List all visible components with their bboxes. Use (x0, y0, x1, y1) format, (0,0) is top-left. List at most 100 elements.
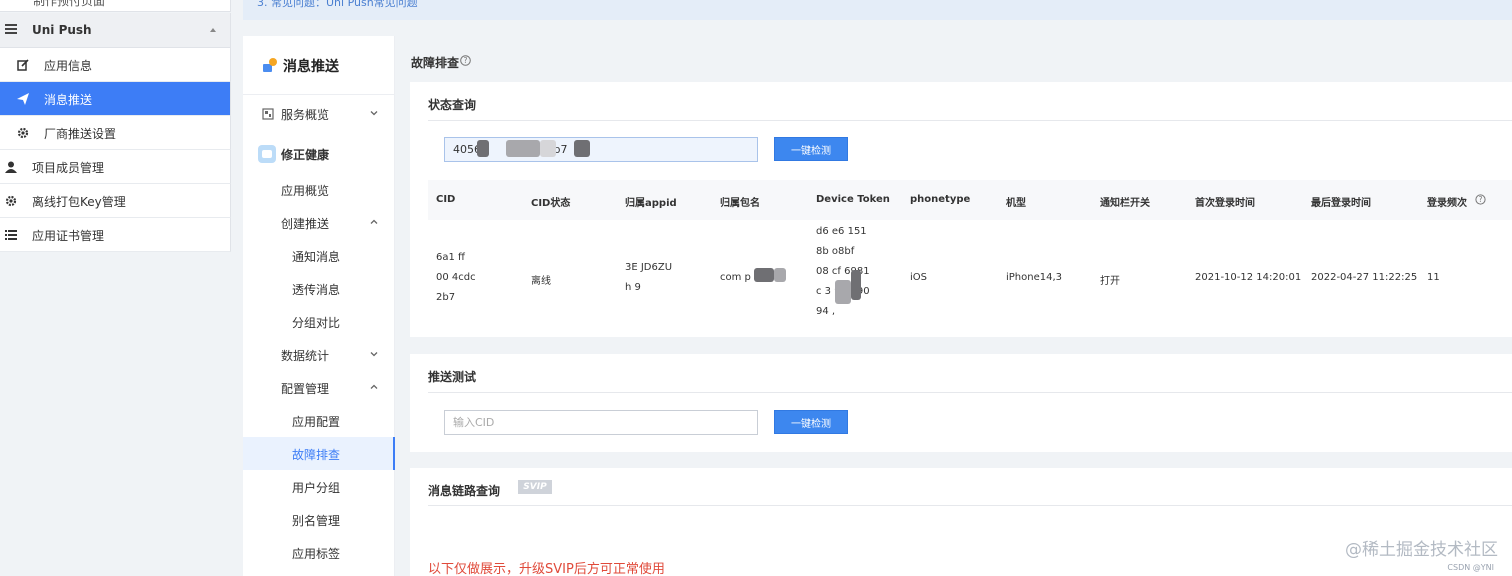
column-header: CID状态 (531, 198, 571, 209)
cid-line: 2b7 (436, 292, 456, 303)
cell-phonetype: iOS (910, 272, 927, 283)
inner-item-notification[interactable]: 通知消息 (243, 239, 395, 272)
push-test-button[interactable]: 一键检测 (774, 410, 848, 434)
check-status-button[interactable]: 一键检测 (774, 137, 848, 161)
inner-item-label: 分组对比 (292, 316, 341, 330)
chevron-down-icon (370, 111, 378, 116)
status-table-header: CID CID状态 归属appid 归属包名 Device Token phon… (428, 180, 1512, 220)
cid-query-input[interactable] (444, 137, 758, 162)
column-header: 通知栏开关 (1100, 198, 1150, 209)
send-icon (17, 93, 29, 105)
sidebar-item-offline-key[interactable]: 离线打包Key管理 (0, 184, 231, 218)
inner-item-user-groups[interactable]: 用户分组 (243, 470, 395, 503)
inner-item-label: 用户分组 (292, 481, 341, 495)
inner-item-app-config[interactable]: 应用配置 (243, 404, 395, 437)
inner-item-label: 应用标签 (292, 547, 341, 561)
inner-item-alias[interactable]: 别名管理 (243, 503, 395, 536)
column-header: 最后登录时间 (1311, 198, 1371, 209)
push-sidebar-title: 消息推送 (283, 59, 339, 75)
cell-last-login: 2022-04-27 11:22:25 (1311, 272, 1418, 283)
sidebar-item-label: 消息推送 (44, 93, 93, 107)
chevron-up-icon (370, 219, 378, 224)
caret-up-icon (210, 28, 216, 32)
inner-item-label: 应用配置 (292, 415, 341, 429)
inner-item-label: 数据统计 (281, 349, 330, 363)
redaction-mark (774, 268, 786, 282)
sidebar-item-app-info[interactable]: 应用信息 (0, 48, 231, 82)
token-line: 8b o8bf (816, 246, 855, 257)
status-query-card: 状态查询 一键检测 CID CID状态 归属appid 归属包名 Device … (410, 82, 1512, 337)
help-icon[interactable]: ? (460, 55, 471, 66)
menu-icon (5, 24, 17, 34)
watermark: @稀土掘金技术社区 (1345, 540, 1498, 560)
sidebar-item-certificates[interactable]: 应用证书管理 (0, 218, 231, 252)
sidebar-item-vendor-settings[interactable]: 厂商推送设置 (0, 116, 231, 150)
cell-notify-switch: 打开 (1100, 276, 1120, 287)
cell-package: com p (720, 272, 751, 283)
edit-icon (17, 59, 29, 71)
cell-first-login: 2021-10-12 14:20:01 (1195, 272, 1302, 283)
sidebar-group-uni-push[interactable]: Uni Push (0, 13, 231, 48)
inner-item-health[interactable]: 修正健康 (243, 137, 395, 170)
redaction-mark (851, 270, 861, 300)
dashboard-icon (262, 108, 274, 120)
status-query-title: 状态查询 (428, 98, 477, 112)
inner-item-label: 通知消息 (292, 250, 341, 264)
sidebar-top-stub[interactable]: 制作预付页面 (0, 0, 231, 12)
column-header: Device Token (816, 194, 890, 205)
cell-cid-status: 离线 (531, 276, 551, 287)
redaction-mark (574, 140, 590, 157)
token-line: 08 cf 6981 (816, 266, 870, 277)
inner-item-label: 修正健康 (281, 148, 330, 162)
column-header: 归属appid (625, 198, 677, 209)
column-header: 机型 (1006, 198, 1026, 209)
divider (428, 392, 1512, 393)
inner-item-group-compare[interactable]: 分组对比 (243, 305, 395, 338)
user-icon (5, 161, 17, 173)
inner-item-troubleshoot[interactable]: 故障排查 (243, 437, 395, 470)
inner-item-label: 创建推送 (281, 217, 330, 231)
inner-item-config[interactable]: 配置管理 (243, 371, 395, 404)
cid-input[interactable] (444, 410, 758, 435)
redaction-mark (835, 280, 851, 304)
gear-icon (5, 195, 17, 207)
sidebar-item-members[interactable]: 项目成员管理 (0, 150, 231, 184)
inner-item-passthrough[interactable]: 透传消息 (243, 272, 395, 305)
redaction-mark (754, 268, 774, 282)
column-header: 登录频次 (1427, 198, 1467, 209)
inner-item-statistics[interactable]: 数据统计 (243, 338, 395, 371)
column-header: CID (436, 194, 456, 205)
inner-item-label: 别名管理 (292, 514, 341, 528)
inner-item-label: 故障排查 (292, 448, 341, 462)
inner-item-app-overview[interactable]: 应用概览 (243, 173, 395, 206)
inner-item-label: 应用概览 (281, 184, 330, 198)
sidebar-top-stub-label: 制作预付页面 (33, 0, 106, 8)
svip-notice: 以下仅做展示，升级SVIP后方可正常使用 (428, 562, 665, 576)
inner-item-label: 配置管理 (281, 382, 330, 396)
cell-appid: 3E JD6ZU h 9 (625, 258, 672, 298)
chevron-up-icon (370, 384, 378, 389)
inner-item-label: 服务概览 (281, 108, 330, 122)
inner-item-overview[interactable]: 服务概览 (243, 97, 395, 130)
help-icon[interactable]: ? (1475, 194, 1486, 205)
sidebar-item-label: 项目成员管理 (32, 161, 105, 175)
cell-device-token: d6 e6 151 8b o8bf 08 cf 6981 c 3 950f90 … (816, 222, 870, 322)
page-title: 故障排查 (411, 56, 460, 70)
health-icon (258, 145, 276, 163)
table-row: 6a1 ff 00 4cdc 2b7 离线 3E JD6ZU h 9 com p… (428, 220, 1512, 337)
inner-item-create-push[interactable]: 创建推送 (243, 206, 395, 239)
list-icon (5, 230, 17, 240)
trace-query-title: 消息链路查询 (428, 484, 501, 498)
cell-cid: 6a1 ff 00 4cdc 2b7 (436, 248, 476, 308)
inner-item-tags[interactable]: 应用标签 (243, 536, 395, 569)
push-sidebar-brand: 消息推送 (243, 36, 395, 95)
column-header: 归属包名 (720, 198, 760, 209)
divider (428, 505, 1512, 506)
push-test-title: 推送测试 (428, 370, 477, 384)
sidebar-group-label: Uni Push (32, 23, 92, 37)
sidebar-item-push[interactable]: 消息推送 (0, 82, 231, 116)
column-header: phonetype (910, 194, 971, 205)
appid-line: h 9 (625, 282, 641, 293)
faq-link[interactable]: 3. 常见问题：Uni Push常见问题 (257, 0, 418, 10)
inner-item-label: 透传消息 (292, 283, 341, 297)
